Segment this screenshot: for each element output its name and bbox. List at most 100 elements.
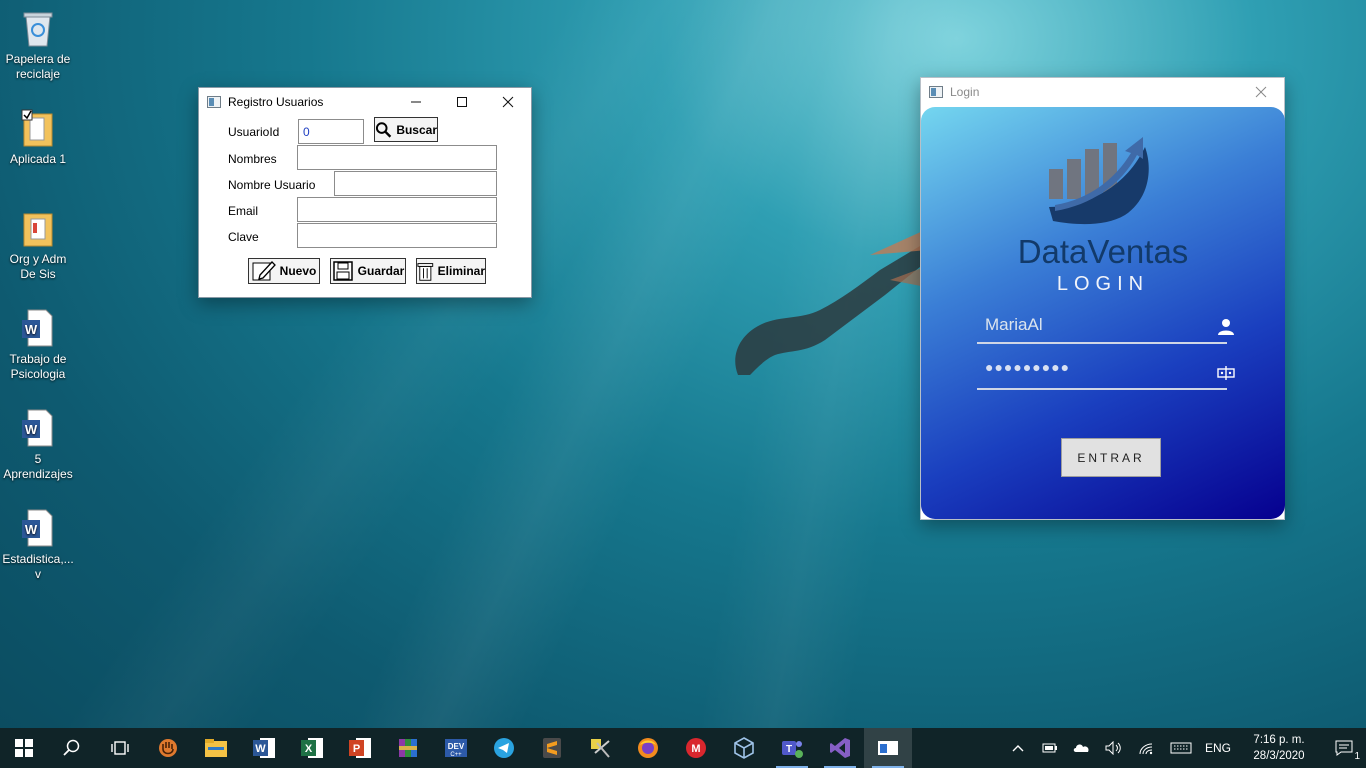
maximize-button[interactable]: [439, 88, 485, 116]
clave-input[interactable]: [297, 223, 497, 248]
username-field[interactable]: [977, 310, 1234, 344]
telegram-icon: [494, 738, 514, 758]
nuevo-button[interactable]: Nuevo: [248, 258, 320, 284]
desktop-icon-label: 5 Aprendizajes: [3, 452, 73, 481]
svg-text:W: W: [25, 522, 38, 537]
desktop-icon-aplicada[interactable]: Aplicada 1: [2, 108, 74, 167]
word-doc-icon: W: [20, 508, 56, 548]
file-explorer-icon: [205, 739, 227, 757]
password-field[interactable]: ●●●●●●●●●: [977, 356, 1235, 390]
close-button[interactable]: [485, 88, 531, 116]
svg-text:W: W: [255, 743, 266, 755]
notifications-button[interactable]: 1: [1322, 728, 1366, 768]
dataventas-logo-icon: [1049, 137, 1149, 225]
wifi-icon: [1139, 743, 1153, 755]
nombres-label: Nombres: [228, 152, 277, 166]
password-input[interactable]: ●●●●●●●●●: [985, 359, 1070, 375]
tray-language[interactable]: ENG: [1200, 728, 1236, 768]
wallpaper-diver: [735, 230, 930, 375]
virtualbox-icon: [734, 737, 754, 759]
taskbar: W X P DEV C++ M T ENG 7:16 p. m. 28/3/20…: [0, 728, 1366, 768]
desktop-icon-estadistica[interactable]: W Estadistica,... v: [2, 508, 74, 582]
desktop-icon-label: Papelera de reciclaje: [5, 52, 71, 81]
tools-app-icon: [591, 739, 610, 758]
taskbar-teams[interactable]: T: [768, 728, 816, 768]
taskbar-virtualbox[interactable]: [720, 728, 768, 768]
taskbar-dev-cpp[interactable]: DEV C++: [432, 728, 480, 768]
powerpoint-icon: P: [349, 738, 371, 758]
tray-wifi[interactable]: [1130, 728, 1162, 768]
desktop-icon-aprendizajes[interactable]: W 5 Aprendizajes: [2, 408, 74, 482]
winrar-icon: [399, 739, 417, 757]
notification-count: 1: [1354, 751, 1360, 762]
sublime-text-icon: [543, 738, 561, 758]
tray-overflow-button[interactable]: [1002, 728, 1034, 768]
desktop-icon-label: Aplicada 1: [9, 152, 67, 166]
taskbar-file-explorer[interactable]: [192, 728, 240, 768]
minimize-icon: [411, 101, 421, 103]
buscar-button[interactable]: Buscar: [374, 117, 438, 142]
hand-app-icon: [159, 739, 177, 757]
taskbar-mega[interactable]: M: [672, 728, 720, 768]
taskbar-running-app[interactable]: [864, 728, 912, 768]
svg-text:C++: C++: [450, 752, 462, 758]
username-input[interactable]: [977, 310, 1207, 340]
taskbar-telegram[interactable]: [480, 728, 528, 768]
window-app-icon: [207, 96, 221, 108]
edit-icon: [252, 261, 276, 281]
login-panel: DataVentas LOGIN ●●●●●●●●● ENTRAR: [921, 107, 1285, 519]
desktop-icon-psicologia[interactable]: W Trabajo de Psicologia: [2, 308, 74, 382]
taskbar-tools-app[interactable]: [576, 728, 624, 768]
taskbar-powerpoint[interactable]: P: [336, 728, 384, 768]
window-title: Login: [950, 85, 980, 99]
taskbar-firefox[interactable]: [624, 728, 672, 768]
taskbar-visual-studio[interactable]: [816, 728, 864, 768]
start-button[interactable]: [0, 728, 48, 768]
close-icon: [1255, 86, 1267, 98]
eliminar-button[interactable]: Eliminar: [416, 258, 486, 284]
taskbar-hand-app[interactable]: [144, 728, 192, 768]
registro-titlebar[interactable]: Registro Usuarios: [199, 88, 531, 116]
password-icon: [1217, 366, 1235, 380]
entrar-button[interactable]: ENTRAR: [1061, 438, 1161, 477]
svg-text:DEV: DEV: [448, 742, 465, 751]
login-window: Login DataVentas LOGIN ●●●●●●●●● ENTRAR: [920, 77, 1285, 520]
usuario-id-input[interactable]: [298, 119, 364, 144]
window-app-icon: [929, 86, 943, 98]
taskbar-excel[interactable]: X: [288, 728, 336, 768]
volume-icon: [1105, 741, 1121, 755]
svg-text:M: M: [691, 743, 700, 755]
desktop-icon-recycle-bin[interactable]: Papelera de reciclaje: [2, 8, 74, 82]
minimize-button[interactable]: [393, 88, 439, 116]
login-titlebar[interactable]: Login: [921, 78, 1284, 106]
registro-usuarios-window: Registro Usuarios UsuarioId Buscar Nombr…: [198, 87, 532, 298]
desktop-icon-org-adm[interactable]: Org y Adm De Sis: [2, 208, 74, 282]
guardar-button[interactable]: Guardar: [330, 258, 406, 284]
desktop-icon-label: Trabajo de Psicologia: [9, 352, 67, 381]
taskbar-winrar[interactable]: [384, 728, 432, 768]
search-button[interactable]: [48, 728, 96, 768]
tray-clock[interactable]: 7:16 p. m. 28/3/2020: [1236, 732, 1322, 764]
task-view-button[interactable]: [96, 728, 144, 768]
tray-battery[interactable]: [1034, 728, 1066, 768]
visual-studio-icon: [830, 738, 850, 758]
tray-keyboard[interactable]: [1162, 728, 1200, 768]
nuevo-label: Nuevo: [279, 264, 317, 278]
email-input[interactable]: [297, 197, 497, 222]
battery-icon: [1042, 743, 1057, 753]
nombres-input[interactable]: [297, 145, 497, 170]
tray-volume[interactable]: [1098, 728, 1130, 768]
taskbar-sublime[interactable]: [528, 728, 576, 768]
svg-text:W: W: [25, 322, 38, 337]
word-doc-icon: W: [20, 308, 56, 348]
save-icon: [332, 261, 353, 281]
tray-onedrive[interactable]: [1066, 728, 1098, 768]
email-label: Email: [228, 204, 259, 218]
close-button[interactable]: [1238, 78, 1284, 106]
taskbar-word[interactable]: W: [240, 728, 288, 768]
notification-icon: [1335, 740, 1353, 756]
trash-icon: [417, 263, 434, 281]
user-icon: [1218, 319, 1234, 335]
nombre-usuario-input[interactable]: [334, 171, 497, 196]
clock-time: 7:16 p. m.: [1253, 734, 1305, 746]
